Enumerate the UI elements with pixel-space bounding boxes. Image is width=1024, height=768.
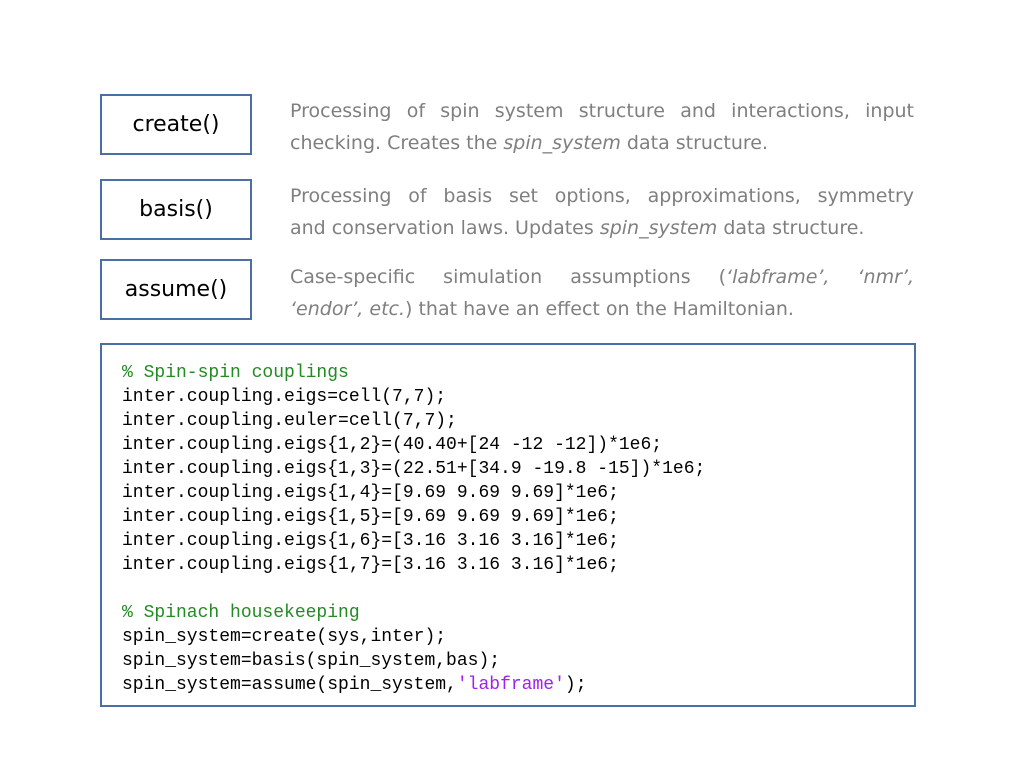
code-text-end: ); [564, 675, 587, 695]
code-line: spin_system=basis(spin_system,bas); [122, 651, 501, 671]
basis-desc-text: and conservation laws. Updates [290, 217, 600, 239]
code-line-assume: spin_system=assume(spin_system,'labframe… [122, 673, 894, 697]
basis-desc-italic: spin_system [599, 217, 718, 239]
code-text: spin_system=assume(spin_system, [122, 675, 457, 695]
basis-desc-text-end: data structure. [717, 217, 865, 239]
code-string-literal: 'labframe' [456, 675, 565, 695]
basis-function-label: basis() [139, 197, 213, 222]
create-desc-line1: Processing of spin system structure and … [290, 100, 914, 122]
assume-function-label: assume() [124, 277, 228, 302]
assume-desc-italic-1: ‘labframe’, ‘nmr’, [726, 266, 914, 288]
assume-description: Case-specific simulation assumptions (‘l… [290, 261, 914, 325]
create-function-label: create() [132, 112, 220, 137]
basis-desc-line1: Processing of basis set options, approxi… [290, 185, 914, 207]
assume-function-box: assume() [100, 259, 252, 320]
basis-description: Processing of basis set options, approxi… [290, 180, 914, 244]
create-desc-text: checking. Creates the [290, 132, 504, 154]
code-line: inter.coupling.eigs{1,3}=(22.51+[34.9 -1… [122, 459, 706, 479]
code-comment-couplings: % Spin-spin couplings [122, 363, 349, 383]
code-line: inter.coupling.eigs{1,6}=[3.16 3.16 3.16… [122, 531, 619, 551]
code-line: inter.coupling.euler=cell(7,7); [122, 411, 457, 431]
code-block: % Spin-spin couplings inter.coupling.eig… [100, 343, 916, 707]
create-desc-text-end: data structure. [620, 132, 769, 154]
create-desc-line2: checking. Creates the spin_system data s… [290, 127, 914, 159]
assume-desc-text-end: ) that have an effect on the Hamiltonian… [405, 298, 794, 320]
basis-function-box: basis() [100, 179, 252, 240]
code-line: inter.coupling.eigs=cell(7,7); [122, 387, 447, 407]
code-comment-housekeeping: % Spinach housekeeping [122, 603, 360, 623]
create-desc-italic: spin_system [503, 132, 621, 154]
assume-desc-line2: ‘endor’, etc.) that have an effect on th… [290, 293, 914, 325]
code-line: inter.coupling.eigs{1,4}=[9.69 9.69 9.69… [122, 483, 619, 503]
assume-desc-line1: Case-specific simulation assumptions (‘l… [290, 261, 914, 293]
code-line: inter.coupling.eigs{1,2}=(40.40+[24 -12 … [122, 435, 663, 455]
code-line: inter.coupling.eigs{1,5}=[9.69 9.69 9.69… [122, 507, 619, 527]
assume-desc-italic-2: ‘endor’, etc. [290, 298, 406, 320]
assume-desc-text: Case-specific simulation assumptions ( [290, 266, 727, 288]
code-line: spin_system=create(sys,inter); [122, 627, 447, 647]
basis-desc-line2: and conservation laws. Updates spin_syst… [290, 212, 914, 244]
code-line: inter.coupling.eigs{1,7}=[3.16 3.16 3.16… [122, 555, 619, 575]
create-function-box: create() [100, 94, 252, 155]
create-description: Processing of spin system structure and … [290, 95, 914, 159]
